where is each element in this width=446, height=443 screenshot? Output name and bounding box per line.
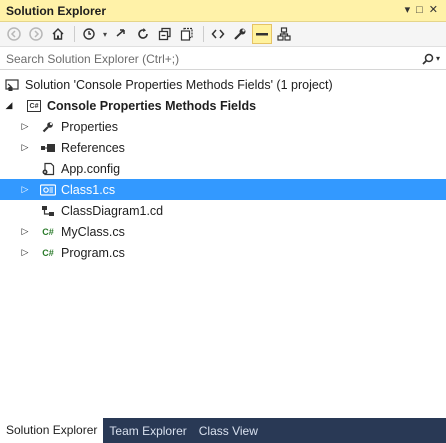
- tree-node-myclass[interactable]: ▷ C# MyClass.cs: [0, 221, 446, 242]
- tree-node-program[interactable]: ▷ C# Program.cs: [0, 242, 446, 263]
- references-icon: [40, 140, 56, 156]
- tree-item-label: References: [61, 140, 125, 155]
- show-all-files-icon[interactable]: [177, 24, 197, 44]
- csharp-file-icon: C#: [42, 226, 54, 237]
- toolbar-separator: [74, 26, 75, 42]
- forward-icon[interactable]: [26, 24, 46, 44]
- tree-node-classdiagram[interactable]: ClassDiagram1.cd: [0, 200, 446, 221]
- search-input[interactable]: [6, 51, 386, 66]
- tab-class-view[interactable]: Class View: [193, 418, 264, 443]
- config-file-icon: [40, 161, 56, 177]
- collapse-all-icon[interactable]: [155, 24, 175, 44]
- tab-solution-explorer[interactable]: Solution Explorer: [0, 418, 104, 443]
- search-icon[interactable]: ▾: [422, 53, 440, 65]
- collapsed-arrow-icon[interactable]: ▷: [18, 142, 32, 153]
- class-diagram-icon[interactable]: [274, 24, 294, 44]
- search-options-chevron-icon[interactable]: ▾: [436, 54, 440, 63]
- solution-icon: [4, 77, 20, 93]
- tree-node-solution[interactable]: Solution 'Console Properties Methods Fie…: [0, 74, 446, 95]
- refresh-icon[interactable]: [133, 24, 153, 44]
- wrench-icon: [40, 119, 56, 135]
- expanded-arrow-icon[interactable]: ◢: [2, 100, 16, 111]
- toolbar: ▾: [0, 22, 446, 47]
- title-bar-controls: ▾ □ ✕: [405, 5, 438, 16]
- project-label: Console Properties Methods Fields: [47, 98, 257, 113]
- collapsed-arrow-icon[interactable]: ▷: [18, 184, 32, 195]
- history-icon[interactable]: [79, 24, 99, 44]
- tree-item-label: App.config: [61, 161, 121, 176]
- dropdown-arrow-icon[interactable]: ▾: [405, 5, 411, 16]
- chevron-down-icon[interactable]: ▾: [101, 24, 109, 44]
- solution-label: Solution 'Console Properties Methods Fie…: [25, 77, 333, 92]
- collapsed-arrow-icon[interactable]: ▷: [18, 247, 32, 258]
- maximize-icon[interactable]: □: [416, 5, 423, 16]
- tree-item-label: ClassDiagram1.cd: [61, 203, 164, 218]
- back-icon[interactable]: [4, 24, 24, 44]
- class-file-icon: [40, 182, 56, 198]
- solution-tree: Solution 'Console Properties Methods Fie…: [0, 74, 446, 263]
- tree-node-properties[interactable]: ▷ Properties: [0, 116, 446, 137]
- close-icon[interactable]: ✕: [429, 5, 438, 16]
- tree-item-label: Class1.cs: [61, 182, 116, 197]
- tree-node-references[interactable]: ▷ References: [0, 137, 446, 158]
- panel-title: Solution Explorer: [6, 3, 107, 18]
- preview-icon[interactable]: [252, 24, 272, 44]
- tree-item-label: Program.cs: [61, 245, 125, 260]
- sync-icon[interactable]: [111, 24, 131, 44]
- tree-item-label: Properties: [61, 119, 118, 134]
- tree-node-class1[interactable]: ▷ Class1.cs: [0, 179, 446, 200]
- tab-team-explorer[interactable]: Team Explorer: [103, 418, 192, 443]
- collapsed-arrow-icon[interactable]: ▷: [18, 121, 32, 132]
- toolbar-separator: [203, 26, 204, 42]
- properties-icon[interactable]: [230, 24, 250, 44]
- csharp-project-icon: C#: [26, 98, 42, 114]
- csharp-file-icon: C#: [42, 247, 54, 258]
- class-diagram-file-icon: [40, 203, 56, 219]
- solution-explorer-panel: Solution Explorer ▾ □ ✕ ▾ Search Solutio…: [0, 0, 446, 443]
- home-icon[interactable]: [48, 24, 68, 44]
- collapsed-arrow-icon[interactable]: ▷: [18, 226, 32, 237]
- tree-node-project[interactable]: ◢ C# Console Properties Methods Fields: [0, 95, 446, 116]
- title-bar: Solution Explorer ▾ □ ✕: [0, 0, 446, 22]
- search-box: ▾: [0, 48, 446, 70]
- code-view-icon[interactable]: [208, 24, 228, 44]
- bottom-tab-strip: Solution Explorer Team Explorer Class Vi…: [0, 418, 446, 443]
- tree-item-label: MyClass.cs: [61, 224, 125, 239]
- tree-node-app-config[interactable]: App.config: [0, 158, 446, 179]
